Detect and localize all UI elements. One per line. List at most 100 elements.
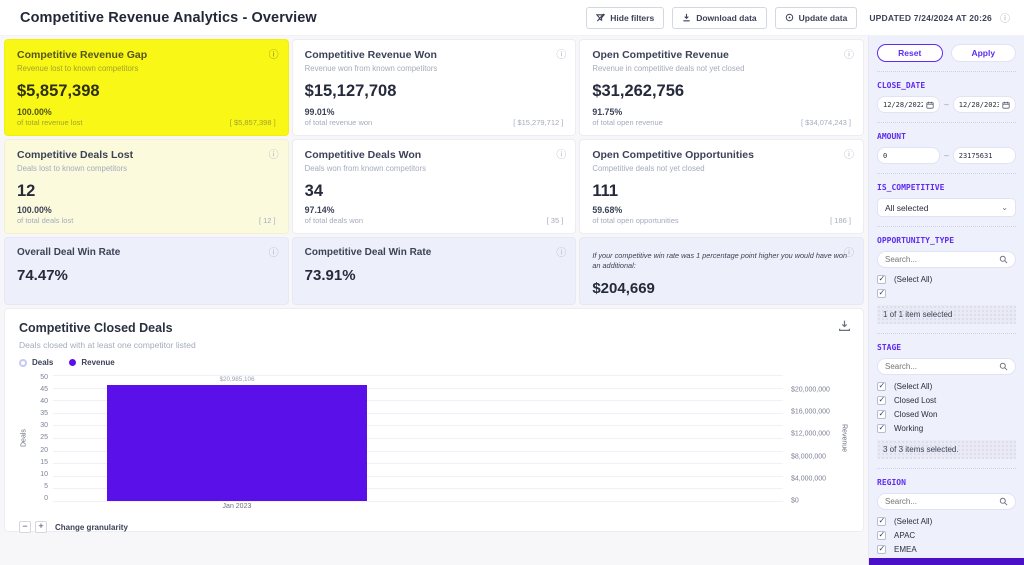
info-icon[interactable]: ⓘ — [269, 244, 279, 259]
date-from-input[interactable] — [883, 101, 923, 109]
filter-stage: STAGE (Select All) Closed Lost — [877, 343, 1016, 469]
filter-label: STAGE — [877, 343, 1016, 352]
filter-option[interactable]: (Select All) — [877, 272, 1016, 286]
granularity-increase-button[interactable]: + — [35, 521, 47, 533]
kpi-value: $5,857,398 — [17, 82, 276, 101]
left-axis-title: Deals — [19, 375, 29, 501]
win-rate-row: ⓘ Overall Deal Win Rate 74.47% ⓘ Competi… — [4, 237, 864, 305]
update-data-button[interactable]: Update data — [775, 7, 858, 29]
search-icon — [999, 255, 1008, 264]
search-icon — [999, 497, 1008, 506]
search-icon — [999, 362, 1008, 371]
filter-icon — [596, 13, 605, 22]
checkbox-icon[interactable] — [877, 396, 886, 405]
filter-option[interactable] — [877, 286, 1016, 300]
kpi-title: Competitive Revenue Won — [305, 49, 564, 61]
info-icon[interactable]: ⓘ — [556, 244, 566, 259]
opportunity-type-search[interactable] — [877, 251, 1016, 268]
info-icon[interactable]: ⓘ — [269, 146, 279, 161]
granularity-controls: − + Change granularity — [19, 521, 849, 533]
kpi-total-bracket: [ $34,074,243 ] — [801, 118, 851, 127]
option-label: APAC — [894, 531, 915, 540]
calendar-icon[interactable] — [1002, 101, 1010, 109]
checkbox-icon[interactable] — [877, 275, 886, 284]
checkbox-icon[interactable] — [877, 424, 886, 433]
calendar-icon[interactable] — [926, 101, 934, 109]
filter-option[interactable]: Closed Lost — [877, 393, 1016, 407]
search-input[interactable] — [885, 362, 999, 371]
chevron-down-icon: ⌄ — [1001, 203, 1008, 212]
filter-amount: AMOUNT – — [877, 132, 1016, 174]
search-input[interactable] — [885, 497, 999, 506]
chart-download-button[interactable] — [838, 319, 851, 337]
chart-title: Competitive Closed Deals — [19, 321, 849, 335]
kpi-footer: 91.75% of total open revenue [ $34,074,2… — [592, 107, 851, 127]
date-to-field[interactable] — [953, 96, 1016, 113]
checkbox-icon[interactable] — [877, 531, 886, 540]
kpi-percent-block: 91.75% of total open revenue — [592, 107, 662, 127]
header-info-icon[interactable]: ⓘ — [1000, 10, 1010, 25]
checkbox-icon[interactable] — [877, 289, 886, 298]
filter-option[interactable]: (Select All) — [877, 514, 1016, 528]
info-icon[interactable]: ⓘ — [844, 244, 854, 259]
checkbox-icon[interactable] — [877, 517, 886, 526]
search-input[interactable] — [885, 255, 999, 264]
apply-button[interactable]: Apply — [951, 44, 1017, 62]
reset-button[interactable]: Reset — [877, 44, 943, 62]
option-list: (Select All) Closed Lost Closed Won — [877, 379, 1016, 435]
region-search[interactable] — [877, 493, 1016, 510]
download-data-label: Download data — [696, 13, 756, 23]
x-axis: Jan 2023 — [19, 503, 849, 514]
kpi-title: Competitive Revenue Gap — [17, 49, 276, 61]
kpi-value: 34 — [305, 182, 564, 201]
date-from-field[interactable] — [877, 96, 940, 113]
kpi-card: ⓘ Competitive Revenue Gap Revenue lost t… — [4, 39, 289, 136]
filter-actions: Reset Apply — [877, 44, 1016, 72]
checkbox-icon[interactable] — [877, 410, 886, 419]
checkbox-icon[interactable] — [877, 382, 886, 391]
date-to-input[interactable] — [959, 101, 999, 109]
option-list: (Select All) — [877, 272, 1016, 300]
filter-option[interactable]: (Select All) — [877, 379, 1016, 393]
info-icon[interactable]: ⓘ — [269, 46, 279, 61]
plot-area: $20,985,106 — [53, 375, 783, 501]
legend-item[interactable]: Deals — [19, 358, 53, 367]
amount-max-input[interactable] — [959, 152, 1010, 160]
kpi-value: 12 — [17, 182, 276, 201]
range-separator: – — [944, 151, 948, 160]
filter-option[interactable]: EMEA — [877, 542, 1016, 556]
filter-option[interactable]: Working — [877, 421, 1016, 435]
legend-item[interactable]: Revenue — [69, 358, 114, 367]
info-icon[interactable]: ⓘ — [844, 146, 854, 161]
win-rate-note-value: $204,669 — [592, 280, 851, 297]
info-icon[interactable]: ⓘ — [556, 146, 566, 161]
amount-max-field[interactable] — [953, 147, 1016, 164]
info-icon[interactable]: ⓘ — [556, 46, 566, 61]
option-label: Closed Lost — [894, 396, 936, 405]
hide-filters-label: Hide filters — [610, 13, 654, 23]
last-updated-text: UPDATED 7/24/2024 AT 20:26 — [869, 13, 992, 23]
kpi-card: ⓘ Competitive Deals Lost Deals lost to k… — [4, 139, 289, 234]
download-data-button[interactable]: Download data — [672, 7, 766, 29]
competitive-closed-deals-chart-card: Competitive Closed Deals Deals closed wi… — [4, 308, 864, 532]
sidebar-bottom-bar[interactable] — [869, 558, 1024, 565]
kpi-total-bracket: [ 12 ] — [259, 216, 276, 225]
rate-value: 74.47% — [17, 267, 276, 284]
stage-search[interactable] — [877, 358, 1016, 375]
overall-win-rate-card: ⓘ Overall Deal Win Rate 74.47% — [4, 237, 289, 305]
info-icon[interactable]: ⓘ — [844, 46, 854, 61]
right-axis-ticks: $0$4,000,000$8,000,000$12,000,000$16,000… — [783, 375, 839, 501]
hide-filters-button[interactable]: Hide filters — [586, 7, 664, 29]
kpi-row-deals: ⓘ Competitive Deals Lost Deals lost to k… — [4, 139, 864, 234]
amount-min-input[interactable] — [883, 152, 934, 160]
filter-option[interactable]: Closed Won — [877, 407, 1016, 421]
filter-is-competitive: IS_COMPETITIVE All selected ⌄ — [877, 183, 1016, 227]
revenue-bar[interactable]: $20,985,106 — [107, 385, 367, 501]
amount-min-field[interactable] — [877, 147, 940, 164]
main-panel: ⓘ Competitive Revenue Gap Revenue lost t… — [0, 36, 868, 565]
granularity-decrease-button[interactable]: − — [19, 521, 31, 533]
is-competitive-dropdown[interactable]: All selected ⌄ — [877, 198, 1016, 217]
kpi-total-bracket: [ 35 ] — [547, 216, 564, 225]
checkbox-icon[interactable] — [877, 545, 886, 554]
filter-option[interactable]: APAC — [877, 528, 1016, 542]
